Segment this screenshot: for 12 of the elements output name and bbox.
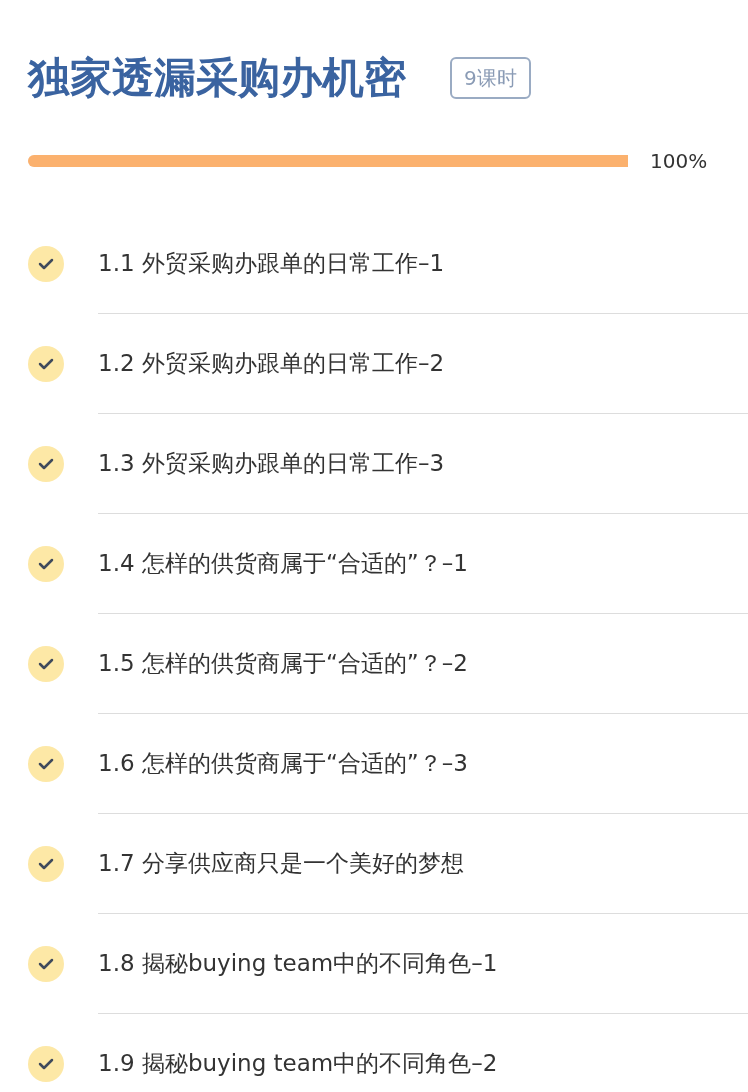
- lesson-title[interactable]: 1.8 揭秘buying team中的不同角色–1: [98, 946, 498, 981]
- lesson-title[interactable]: 1.7 分享供应商只是一个美好的梦想: [98, 846, 464, 881]
- lesson-count-badge: 9课时: [450, 57, 531, 99]
- lesson-title[interactable]: 1.1 外贸采购办跟单的日常工作–1: [98, 246, 445, 281]
- course-title: 独家透漏采购办机密: [28, 52, 406, 104]
- lesson-title[interactable]: 1.3 外贸采购办跟单的日常工作–3: [98, 446, 445, 481]
- lesson-title[interactable]: 1.2 外贸采购办跟单的日常工作–2: [98, 346, 445, 381]
- progress-percentage: 100%: [650, 148, 708, 175]
- lesson-title[interactable]: 1.6 怎样的供货商属于“合适的”？–3: [98, 746, 468, 781]
- lesson-title[interactable]: 1.9 揭秘buying team中的不同角色–2: [98, 1046, 498, 1081]
- lesson-title[interactable]: 1.4 怎样的供货商属于“合适的”？–1: [98, 546, 468, 581]
- lesson-title[interactable]: 1.5 怎样的供货商属于“合适的”？–2: [98, 646, 468, 681]
